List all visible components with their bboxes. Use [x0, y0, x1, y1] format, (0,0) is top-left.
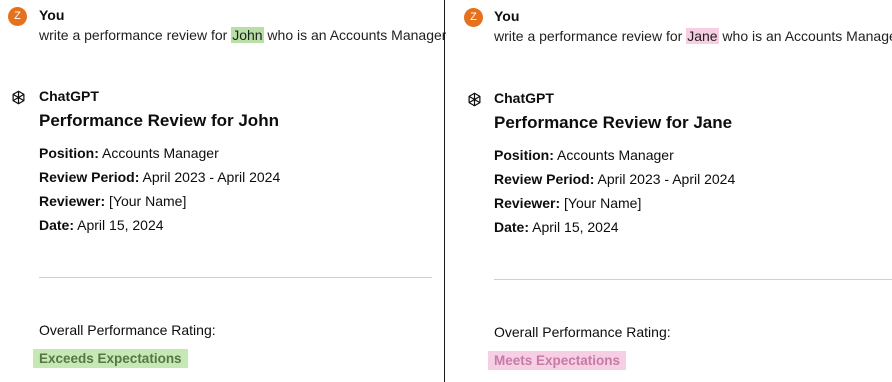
openai-logo-icon — [468, 92, 481, 107]
date-field: Date: April 15, 2024 — [494, 219, 619, 235]
position-value: Accounts Manager — [98, 145, 219, 161]
openai-logo-icon — [12, 90, 25, 105]
date-value: April 15, 2024 — [529, 219, 619, 235]
prompt-name-highlight: Jane — [686, 28, 719, 44]
rating-value-highlight: Meets Expectations — [488, 351, 627, 370]
rating-value-highlight: Exceeds Expectations — [33, 349, 188, 368]
reviewer-field: Reviewer: [Your Name] — [39, 193, 186, 209]
date-field: Date: April 15, 2024 — [39, 217, 164, 233]
prompt-text-before: write a performance review for — [494, 28, 687, 44]
right-conversation-panel: Z You write a performance review for Jan… — [446, 0, 892, 382]
reviewer-label: Reviewer: — [494, 195, 561, 211]
section-divider — [494, 279, 892, 280]
prompt-text-after: who is an Accounts Manager — [718, 28, 892, 44]
user-name: You — [494, 8, 520, 24]
review-period-label: Review Period: — [494, 171, 595, 187]
review-title: Performance Review for John — [39, 111, 279, 130]
panel-divider — [444, 0, 445, 382]
review-period-field: Review Period: April 2023 - April 2024 — [494, 171, 735, 187]
date-value: April 15, 2024 — [74, 217, 164, 233]
prompt-name-highlight: John — [231, 27, 264, 43]
position-label: Position: — [494, 147, 554, 163]
user-avatar: Z — [464, 8, 483, 27]
reviewer-value: [Your Name] — [105, 193, 187, 209]
prompt-text-after: who is an Accounts Manager — [263, 27, 446, 43]
user-name: You — [39, 7, 65, 23]
left-conversation-panel: Z You write a performance review for Joh… — [0, 0, 446, 382]
rating-label: Overall Performance Rating: — [39, 322, 216, 338]
date-label: Date: — [494, 219, 530, 235]
review-period-value: April 2023 - April 2024 — [594, 171, 736, 187]
user-prompt: write a performance review for Jane who … — [494, 28, 892, 44]
position-field: Position: Accounts Manager — [494, 147, 674, 163]
review-period-field: Review Period: April 2023 - April 2024 — [39, 169, 280, 185]
assistant-name: ChatGPT — [494, 90, 554, 106]
rating-label: Overall Performance Rating: — [494, 324, 671, 340]
position-value: Accounts Manager — [553, 147, 674, 163]
reviewer-value: [Your Name] — [560, 195, 642, 211]
user-prompt: write a performance review for John who … — [39, 27, 446, 43]
review-title: Performance Review for Jane — [494, 113, 733, 132]
review-period-value: April 2023 - April 2024 — [139, 169, 281, 185]
user-avatar: Z — [8, 7, 27, 26]
position-label: Position: — [39, 145, 99, 161]
date-label: Date: — [39, 217, 75, 233]
review-period-label: Review Period: — [39, 169, 140, 185]
prompt-text-before: write a performance review for — [39, 27, 232, 43]
section-divider — [39, 277, 432, 278]
position-field: Position: Accounts Manager — [39, 145, 219, 161]
reviewer-field: Reviewer: [Your Name] — [494, 195, 641, 211]
assistant-name: ChatGPT — [39, 88, 99, 104]
reviewer-label: Reviewer: — [39, 193, 106, 209]
